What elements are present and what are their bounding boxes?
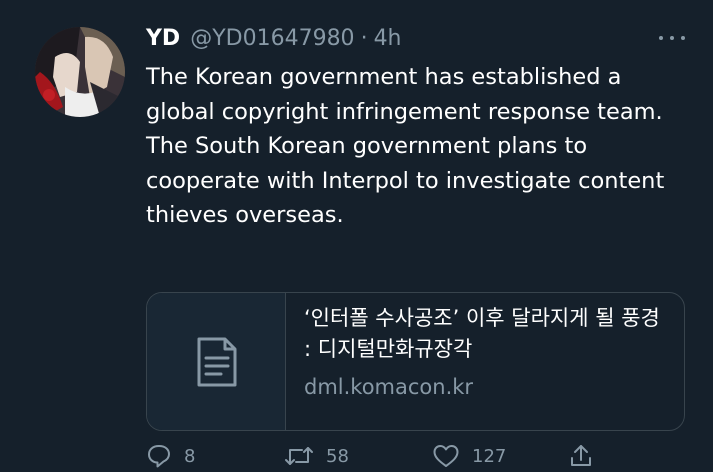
avatar-image [35,27,125,117]
link-card[interactable]: ‘인터폴 수사공조’ 이후 달라지게 될 풍경 : 디지털만화규장각 dml.k… [146,292,685,431]
display-name[interactable]: YD [146,26,180,51]
share-icon [571,445,591,466]
more-options-icon[interactable] [659,28,685,48]
like-count: 127 [472,445,507,467]
separator-dot: · [360,25,368,51]
reply-button[interactable]: 8 [146,443,284,469]
like-button[interactable]: 127 [432,443,568,469]
reply-count: 8 [184,445,196,467]
card-body: ‘인터폴 수사공조’ 이후 달라지게 될 풍경 : 디지털만화규장각 dml.k… [286,293,684,430]
retweet-icon [285,447,313,465]
tweet[interactable]: YD @YD01647980 · 4h The Korean governmen… [0,0,713,471]
document-icon [197,337,237,386]
timestamp[interactable]: 4h [374,26,402,51]
tweet-text: The Korean government has established a … [146,60,691,233]
retweet-count: 58 [326,445,349,467]
tweet-header: YD @YD01647980 · 4h [146,22,402,54]
share-button[interactable] [568,443,594,469]
avatar[interactable] [35,27,125,117]
retweet-button[interactable]: 58 [284,443,432,469]
user-handle[interactable]: @YD01647980 [190,26,354,51]
card-domain: dml.komacon.kr [304,375,474,399]
tweet-text-line: The South Korean government plans to coo… [146,133,665,228]
card-title[interactable]: ‘인터폴 수사공조’ 이후 달라지게 될 풍경 : 디지털만화규장각 [304,303,664,365]
heart-icon [433,445,459,467]
card-thumbnail [147,293,286,430]
reply-icon [148,445,170,468]
tweet-text-line: The Korean government has established a … [146,64,663,125]
tweet-actions: 8 58 127 [146,440,646,472]
